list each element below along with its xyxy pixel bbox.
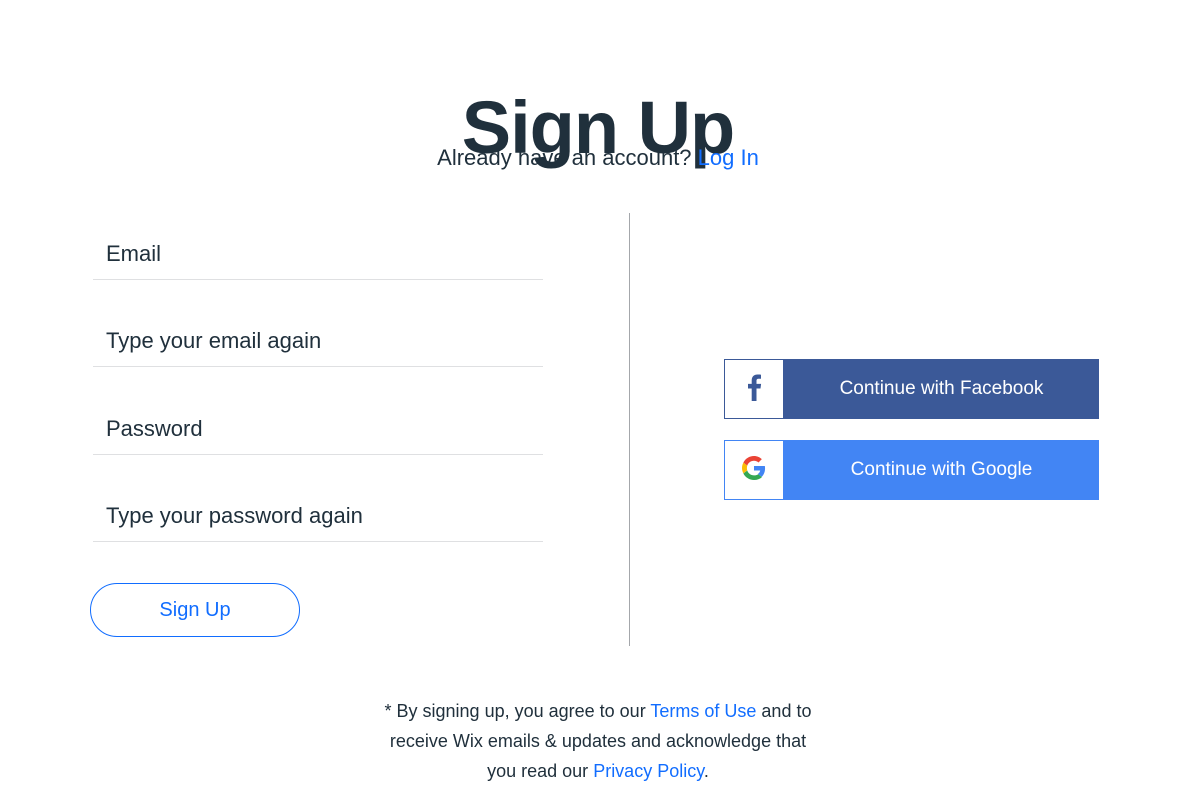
continue-with-google-button[interactable]: Continue with Google [724, 440, 1099, 500]
legal-line-1: * By signing up, you agree to our Terms … [0, 696, 1196, 726]
vertical-divider [629, 213, 630, 646]
password-confirm-input[interactable] [93, 491, 543, 541]
facebook-icon-box [725, 360, 783, 418]
google-button-label: Continue with Google [850, 459, 1033, 480]
legal-notice: * By signing up, you agree to our Terms … [0, 696, 1196, 786]
legal-text: and to [761, 701, 812, 721]
login-prompt-text: Already have an account? [437, 145, 692, 170]
facebook-button-label: Continue with Facebook [839, 378, 1044, 399]
continue-with-facebook-button[interactable]: Continue with Facebook [724, 359, 1099, 419]
login-link[interactable]: Log In [698, 145, 759, 170]
terms-of-use-link[interactable]: Terms of Use [650, 701, 756, 721]
facebook-icon [746, 373, 762, 406]
password-field-wrapper [93, 404, 543, 455]
login-prompt: Already have an account? Log In [0, 144, 1196, 172]
legal-text: * By signing up, you agree to our [384, 701, 646, 721]
legal-line-2: receive Wix emails & updates and acknowl… [389, 731, 807, 751]
google-icon [742, 455, 766, 485]
password-input[interactable] [93, 404, 543, 454]
google-icon-box [725, 441, 783, 499]
email-field-wrapper [93, 229, 543, 280]
legal-text: . [703, 761, 709, 781]
legal-text: you read our [487, 761, 589, 781]
email-confirm-input[interactable] [93, 316, 543, 366]
email-input[interactable] [93, 229, 543, 279]
privacy-policy-link[interactable]: Privacy Policy [593, 761, 704, 781]
sign-up-button[interactable]: Sign Up [90, 583, 300, 637]
legal-line-3: you read our Privacy Policy. [0, 756, 1196, 786]
password-confirm-field-wrapper [93, 491, 543, 542]
email-confirm-field-wrapper [93, 316, 543, 367]
